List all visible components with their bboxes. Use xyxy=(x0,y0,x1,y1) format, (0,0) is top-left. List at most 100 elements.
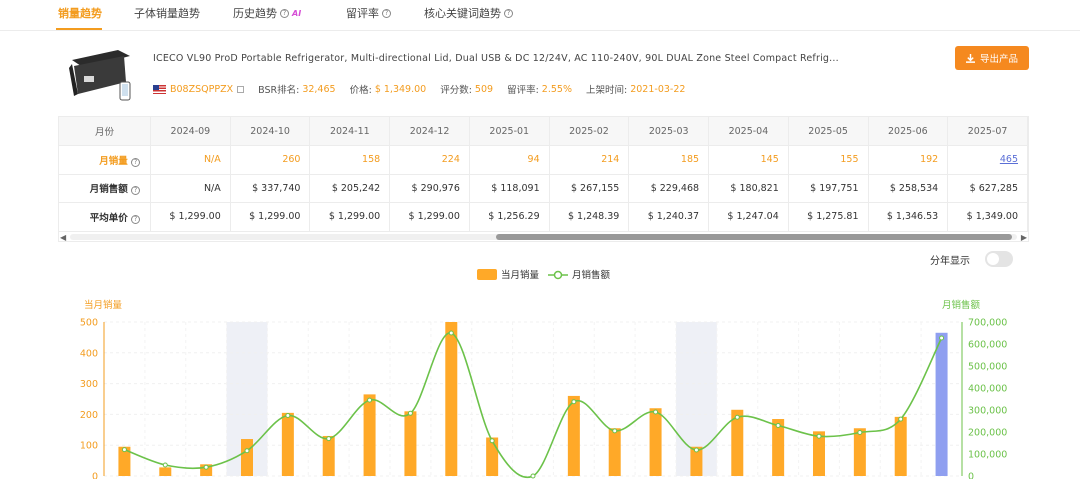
ai-badge: AI xyxy=(292,8,302,18)
download-icon xyxy=(965,53,975,63)
export-label: 导出产品 xyxy=(979,54,1018,65)
revenue-point xyxy=(857,429,863,435)
tab-history-trend[interactable]: 历史趋势? AI xyxy=(233,5,301,21)
month-header-cell: 2024-12 xyxy=(389,117,470,146)
revenue-point xyxy=(816,433,822,439)
table-cell: $ 290,976 xyxy=(389,174,470,203)
revenue-point xyxy=(939,335,945,341)
table-cell: N/A xyxy=(150,174,231,203)
left-tick-label: 400 xyxy=(80,348,98,359)
scroll-left-arrow-icon[interactable]: ◀ xyxy=(60,233,66,242)
right-tick-label: 100,000 xyxy=(968,450,1007,461)
table-cell: $ 229,468 xyxy=(628,174,710,203)
launch-item: 上架时间: 2021-03-22 xyxy=(585,82,685,97)
horizontal-scrollbar[interactable]: ◀ ▶ xyxy=(58,231,1029,243)
table-cell: $ 1,248.39 xyxy=(549,202,630,232)
right-tick-label: 600,000 xyxy=(968,340,1007,351)
table-row: 月销售额 ? N/A $ 337,740 $ 205,242 $ 290,976 $ 1… xyxy=(59,174,1028,203)
tab-bar: 销量趋势 子体销量趋势 历史趋势? AI 留评率? 核心关键词趋势? xyxy=(0,0,1080,31)
price-label: 价格: xyxy=(349,85,372,96)
monthly-data-table: 月份 2024-09 2024-10 2024-11 2024-12 2025-01 20… xyxy=(58,116,1029,242)
legend-bar-label: 当月销量 xyxy=(501,269,540,281)
right-tick-label: 0 xyxy=(968,472,974,479)
help-icon[interactable]: ? xyxy=(131,214,141,224)
month-header-cell: 2025-03 xyxy=(628,117,710,146)
scroll-right-arrow-icon[interactable]: ▶ xyxy=(1021,233,1027,242)
month-header-cell: 2025-06 xyxy=(868,117,949,146)
chart-bar xyxy=(322,435,335,476)
table-cell: $ 1,299.00 xyxy=(150,202,231,232)
revenue-point xyxy=(898,416,904,422)
month-header-cell: 2024-10 xyxy=(230,117,311,146)
bsr-item: BSR排名: 32,465 xyxy=(258,82,335,97)
revenue-point xyxy=(734,414,740,420)
chart-bar xyxy=(363,394,376,476)
product-meta: B08ZSQPPZX BSR排名: 32,465 价格: $ 1,349.00 … xyxy=(153,82,699,96)
help-icon[interactable]: ? xyxy=(504,8,513,18)
month-header-cell: 2025-02 xyxy=(549,117,630,146)
us-flag-icon xyxy=(153,84,166,94)
table-cell: $ 118,091 xyxy=(469,174,550,203)
left-tick-label: 0 xyxy=(92,472,98,479)
external-link-icon[interactable] xyxy=(237,85,245,93)
row-label: 月销售额 ? xyxy=(59,174,152,203)
chart-bar xyxy=(935,332,948,476)
table-cell: 158 xyxy=(309,145,391,175)
launch-label: 上架时间: xyxy=(585,85,628,96)
table-cell: $ 180,821 xyxy=(708,174,789,203)
sales-chart: 当月销量 月销售额当月销量 月销售额01002003004005000100,000… xyxy=(80,269,1007,479)
table-cell: $ 1,275.81 xyxy=(788,202,869,232)
help-icon[interactable]: ? xyxy=(280,8,289,18)
revenue-point xyxy=(162,462,168,468)
product-title[interactable]: ICECO VL90 ProD Portable Refrigerator, M… xyxy=(153,53,839,64)
ratings-label: 评分数: xyxy=(440,85,472,96)
table-cell: $ 337,740 xyxy=(230,174,311,203)
legend-line-label: 月销售额 xyxy=(572,269,611,281)
chart-bar xyxy=(159,467,172,476)
table-cell: 155 xyxy=(788,145,869,175)
tab-sales-trend[interactable]: 销量趋势 xyxy=(58,5,102,21)
revenue-point xyxy=(285,413,291,418)
right-tick-label: 500,000 xyxy=(968,362,1007,373)
revenue-point xyxy=(203,464,209,470)
table-cell: 145 xyxy=(708,145,789,175)
tab-child-sales-trend[interactable]: 子体销量趋势 xyxy=(134,5,200,21)
chart-bar xyxy=(608,428,621,476)
table-cell: 94 xyxy=(469,145,550,175)
month-header-cell: 2025-07 xyxy=(947,117,1028,146)
table-cell[interactable]: 465 xyxy=(947,145,1028,175)
asin-item: B08ZSQPPZX xyxy=(153,84,245,95)
table-cell: $ 1,240.37 xyxy=(628,202,710,232)
review-rate-value: 2.55% xyxy=(541,83,572,95)
chart-bar xyxy=(649,408,662,476)
revenue-point xyxy=(448,330,454,336)
left-tick-label: 500 xyxy=(80,318,98,329)
asin-link[interactable]: B08ZSQPPZX xyxy=(170,84,233,95)
tab-label: 历史趋势 xyxy=(233,7,277,20)
revenue-point xyxy=(775,423,781,429)
revenue-point xyxy=(653,409,659,415)
table-cell: $ 1,247.04 xyxy=(708,202,789,232)
product-image[interactable] xyxy=(66,42,136,104)
row-label: 月销量 ? xyxy=(59,145,152,175)
export-product-button[interactable]: 导出产品 xyxy=(955,46,1029,70)
right-axis-title: 月销售额 xyxy=(942,299,981,311)
help-icon[interactable]: ? xyxy=(131,157,141,167)
left-axis-title: 当月销量 xyxy=(84,299,123,311)
table-cell: $ 1,299.00 xyxy=(230,202,311,232)
help-icon[interactable]: ? xyxy=(382,8,391,18)
chart-bar xyxy=(241,439,253,476)
table-cell: $ 1,299.00 xyxy=(309,202,391,232)
table-cell: 192 xyxy=(868,145,949,175)
month-header: 月份 xyxy=(59,117,152,146)
chart-bar xyxy=(894,416,907,476)
revenue-point xyxy=(121,447,127,453)
month-header-cell: 2024-09 xyxy=(150,117,231,146)
scrollbar-thumb[interactable] xyxy=(496,234,1012,240)
help-icon[interactable]: ? xyxy=(131,186,141,196)
table-cell: 224 xyxy=(389,145,470,175)
tab-review-rate[interactable]: 留评率? xyxy=(346,5,391,21)
tab-core-keyword-trend[interactable]: 核心关键词趋势? xyxy=(424,5,513,21)
revenue-point xyxy=(407,410,413,416)
row-label: 平均单价 ? xyxy=(59,202,152,232)
